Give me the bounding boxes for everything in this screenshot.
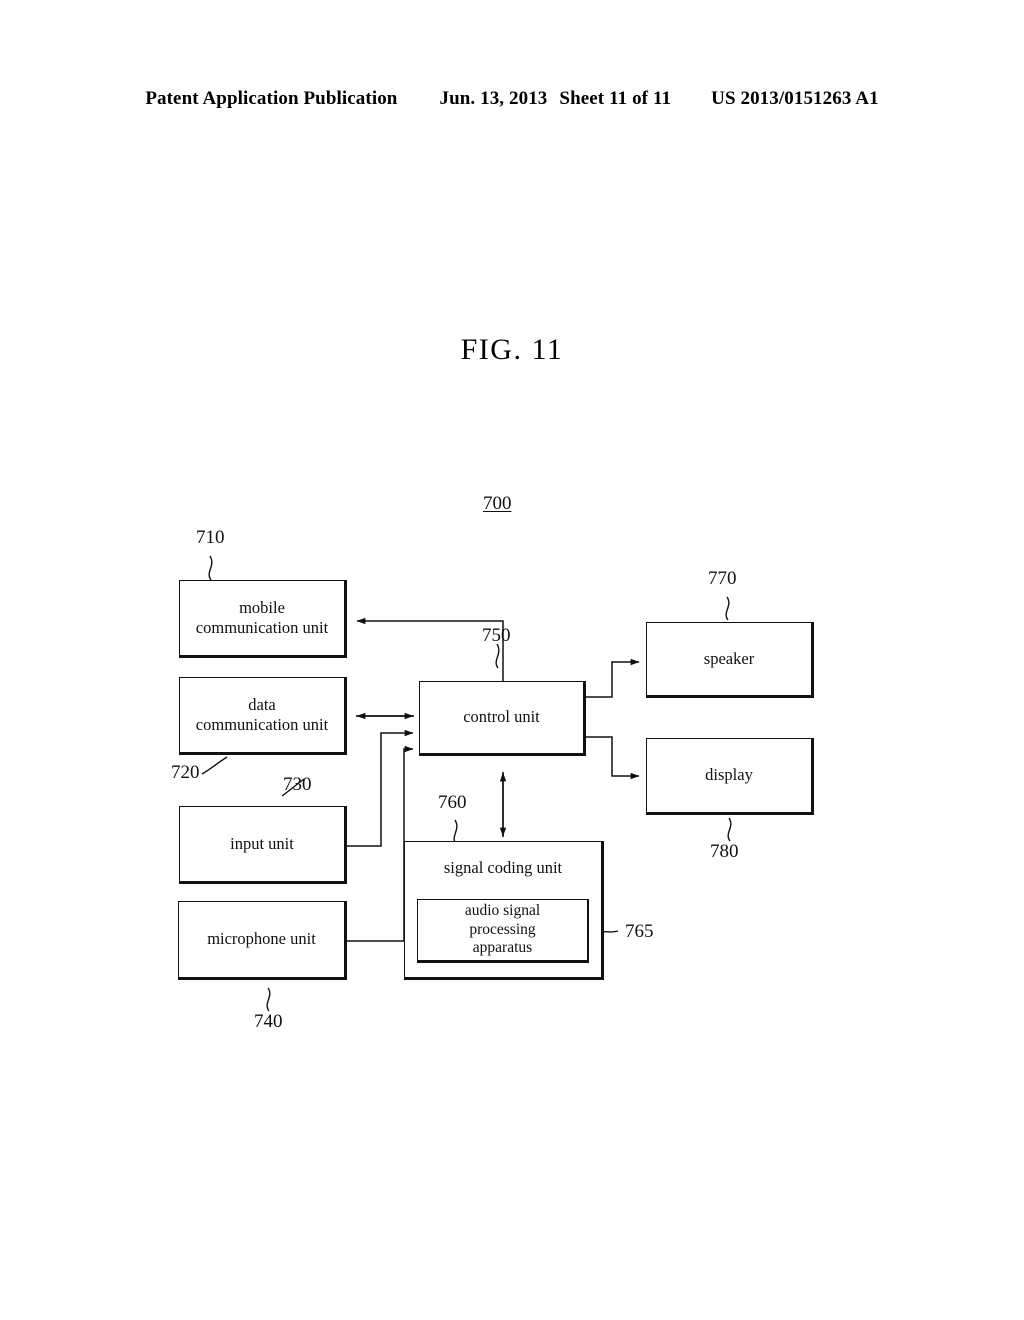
block-label-mobile-communication-unit: mobile communication unit (196, 598, 328, 638)
ref-input-unit-730: 730 (283, 774, 312, 795)
block-display: display (646, 738, 814, 815)
ref-audio-signal-processing-apparatus-765: 765 (625, 921, 654, 942)
mobile-communication-unit-line2: communication unit (195, 618, 329, 637)
block-microphone-unit: microphone unit (178, 901, 347, 980)
ref-system-700: 700 (483, 493, 512, 514)
link-control-to-display (586, 736, 640, 780)
audio-apparatus-line1: audio signal (464, 901, 541, 919)
ref-display-780: 780 (710, 841, 739, 862)
audio-apparatus-line3: apparatus (472, 939, 533, 957)
data-communication-unit-line1: data (248, 694, 276, 714)
block-label-speaker: speaker (703, 648, 755, 668)
ref-data-communication-unit-720: 720 (171, 762, 200, 783)
ref-speaker-770: 770 (708, 568, 737, 589)
block-label-data-communication-unit: data communication unit (196, 695, 328, 735)
block-control-unit: control unit (419, 681, 586, 756)
ref-mobile-communication-unit-710: 710 (196, 527, 225, 548)
audio-apparatus-line2: processing (469, 920, 536, 938)
block-label-audio-signal-processing-apparatus: audio signal processing apparatus (465, 902, 540, 959)
ref-microphone-unit-740: 740 (254, 1011, 283, 1032)
block-audio-signal-processing-apparatus: audio signal processing apparatus (417, 899, 589, 963)
block-mobile-communication-unit: mobile communication unit (179, 580, 347, 658)
mobile-communication-unit-line1: mobile (239, 597, 285, 617)
block-label-control-unit: control unit (463, 707, 540, 727)
block-label-signal-coding-unit: signal coding unit (443, 858, 563, 877)
block-label-input-unit: input unit (230, 833, 294, 853)
block-speaker: speaker (646, 622, 814, 698)
block-label-microphone-unit: microphone unit (207, 929, 316, 949)
ref-signal-coding-unit-760: 760 (438, 792, 467, 813)
ref-control-unit-750: 750 (482, 625, 511, 646)
data-communication-unit-line2: communication unit (195, 715, 329, 734)
block-diagram (201, 555, 732, 1012)
link-control-to-speaker (586, 658, 640, 698)
block-data-communication-unit: data communication unit (179, 677, 347, 755)
block-label-display: display (705, 765, 753, 785)
link-input-to-control (347, 729, 414, 847)
block-input-unit: input unit (179, 806, 347, 884)
